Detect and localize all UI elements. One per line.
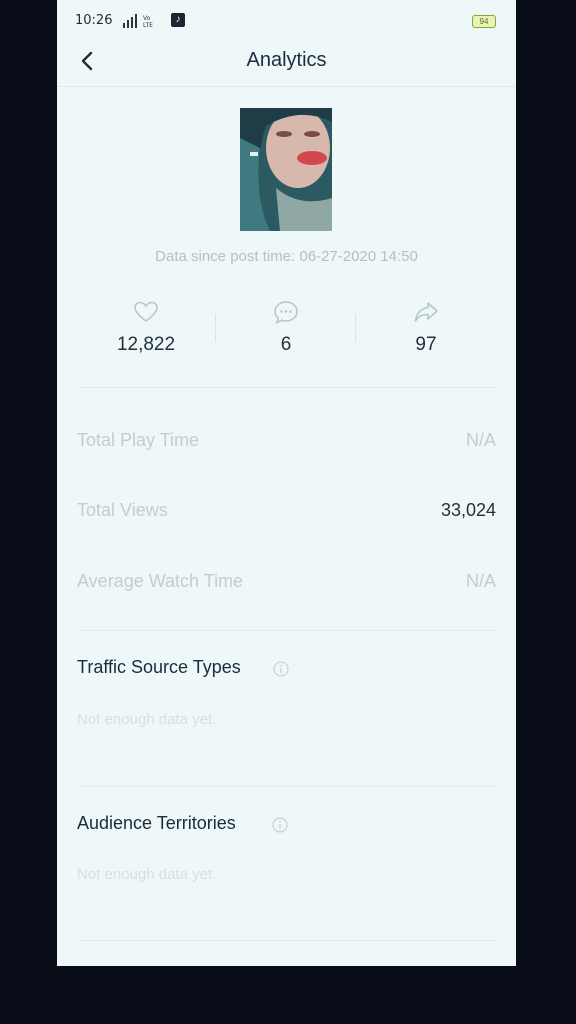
divider <box>77 786 496 787</box>
engagement-stats: 12,822 6 97 <box>57 298 516 368</box>
metric-total-views: Total Views 33,024 <box>77 500 496 528</box>
audience-territories-title: Audience Territories <box>77 813 236 833</box>
tiktok-icon: ♪ <box>171 13 185 27</box>
metric-total-play-time: Total Play Time N/A <box>77 430 496 458</box>
comment-icon <box>274 301 298 324</box>
comments-stat: 6 <box>216 298 356 356</box>
battery-icon: 94 <box>472 15 496 28</box>
likes-count: 12,822 <box>116 334 176 355</box>
likes-stat: 12,822 <box>76 298 216 356</box>
info-icon[interactable] <box>272 817 288 833</box>
heart-icon <box>134 301 158 323</box>
comments-count: 6 <box>280 334 292 355</box>
divider <box>77 630 496 631</box>
info-icon[interactable] <box>273 661 289 677</box>
audience-empty-text: Not enough data yet. <box>77 866 217 883</box>
svg-text:LTE: LTE <box>143 22 153 29</box>
metric-average-watch-time: Average Watch Time N/A <box>77 571 496 599</box>
thumbnail-image <box>240 108 332 231</box>
metric-value: 33,024 <box>440 500 496 520</box>
shares-count: 97 <box>415 334 437 355</box>
status-time: 10:26 <box>75 13 113 28</box>
divider <box>77 940 496 941</box>
svg-text:Vo: Vo <box>143 15 151 22</box>
shares-stat: 97 <box>356 298 496 356</box>
metric-label: Total Views <box>77 500 168 520</box>
data-since-text: Data since post time: 06-27-2020 14:50 <box>155 248 418 265</box>
video-thumbnail[interactable] <box>240 108 332 231</box>
share-icon <box>414 302 438 322</box>
metric-value: N/A <box>465 571 496 591</box>
analytics-screen: 10:26 Vo LTE ♪ 94 Analytics Data since p… <box>57 0 516 966</box>
page-title: Analytics <box>246 49 327 71</box>
header: Analytics <box>57 40 516 87</box>
metric-label: Average Watch Time <box>77 571 244 591</box>
traffic-source-types-title: Traffic Source Types <box>77 657 241 677</box>
traffic-empty-text: Not enough data yet. <box>77 711 217 728</box>
divider <box>77 387 496 388</box>
metric-value: N/A <box>465 430 496 450</box>
status-bar: 10:26 Vo LTE ♪ 94 <box>57 0 516 40</box>
metric-label: Total Play Time <box>77 430 200 450</box>
signal-icon: Vo LTE <box>123 14 153 29</box>
